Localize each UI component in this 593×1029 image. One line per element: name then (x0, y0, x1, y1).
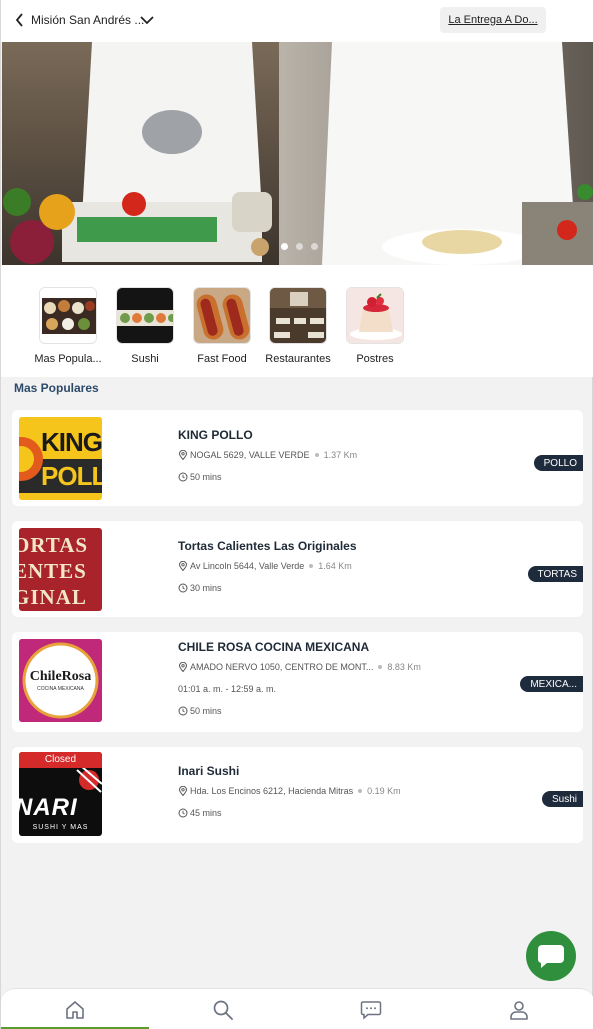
search-icon (213, 1000, 233, 1020)
restaurant-name: Inari Sushi (178, 764, 240, 778)
restaurant-address-row: NOGAL 5629, VALLE VERDE 1.37 Km (178, 450, 357, 460)
category-label: Fast Food (197, 353, 247, 365)
opening-hours: 01:01 a. m. - 12:59 a. m. (178, 684, 276, 694)
category-label: Postres (356, 353, 394, 365)
location-pin-icon (178, 561, 188, 571)
category-tag: TORTAS (527, 566, 583, 582)
restaurant-address: AMADO NERVO 1050, CENTRO DE MONT... (190, 662, 374, 672)
home-icon (66, 1000, 84, 1019)
category-postres[interactable]: Postres (337, 287, 413, 365)
logo-text: NARI (19, 794, 78, 821)
category-strip: Mas Popula... Sushi Fast Food Restaurant… (1, 265, 593, 377)
clock-icon (178, 706, 188, 716)
dot-separator (378, 665, 383, 669)
carousel-dot[interactable] (311, 243, 318, 250)
location-label[interactable]: Misión San Andrés ... (31, 13, 144, 27)
nav-messages[interactable] (297, 989, 445, 1029)
restaurant-address: Av Lincoln 5644, Valle Verde (190, 561, 305, 571)
restaurant-name: KING POLLO (178, 428, 253, 442)
promo-banner[interactable] (2, 42, 593, 265)
nav-profile[interactable] (445, 989, 593, 1029)
restaurant-card[interactable]: Closed NARI SUSHI Y MAS Inari Sushi Hda.… (12, 747, 583, 843)
delivery-time: 50 mins (190, 706, 222, 716)
logo-subtext: SUSHI Y MAS (32, 824, 89, 831)
logo-text: KING (41, 427, 102, 457)
category-label: Mas Popula... (34, 353, 102, 365)
nav-search[interactable] (149, 989, 297, 1029)
profile-icon (510, 1000, 528, 1020)
category-image (269, 287, 327, 344)
restaurant-distance: 0.19 Km (367, 786, 401, 796)
logo-text: ENTES (19, 559, 87, 583)
clock-icon (178, 472, 188, 482)
restaurant-name: Tortas Calientes Las Originales (178, 539, 357, 553)
app-root: Misión San Andrés ... La Entrega A Do... (0, 0, 593, 1029)
restaurant-address-row: Hda. Los Encinos 6212, Hacienda Mitras 0… (178, 786, 401, 796)
dot-separator (358, 789, 363, 793)
logo-subtext: COCINA MEXICANA (37, 686, 84, 692)
restaurant-distance: 1.64 Km (318, 561, 352, 571)
delivery-time: 50 mins (190, 472, 222, 482)
carousel-dot[interactable] (296, 243, 303, 250)
dot-separator (309, 564, 314, 568)
restaurant-card[interactable]: ORTAS ENTES GINAL Tortas Calientes Las O… (12, 521, 583, 617)
category-image (39, 287, 97, 344)
restaurant-address-row: Av Lincoln 5644, Valle Verde 1.64 Km (178, 561, 352, 571)
category-image (346, 287, 404, 344)
logo-text: ORTAS (19, 533, 89, 557)
category-tag: POLLO (533, 455, 583, 471)
carousel-dot[interactable] (281, 243, 288, 250)
category-restaurantes[interactable]: Restaurantes (260, 287, 336, 365)
delivery-time-row: 30 mins (178, 583, 222, 593)
category-image (193, 287, 251, 344)
logo-text: ChileRosa (29, 669, 92, 684)
location-pin-icon (178, 662, 188, 672)
top-bar: Misión San Andrés ... La Entrega A Do... (1, 0, 593, 42)
category-label: Sushi (131, 353, 159, 365)
restaurant-name: CHILE ROSA COCINA MEXICANA (178, 640, 370, 654)
delivery-time-row: 45 mins (178, 808, 222, 818)
back-icon[interactable] (11, 11, 29, 29)
restaurant-logo: Closed NARI SUSHI Y MAS (19, 752, 102, 836)
restaurant-logo: ChileRosa COCINA MEXICANA (19, 639, 102, 722)
restaurant-distance: 8.83 Km (387, 662, 421, 672)
carousel-dots[interactable] (281, 243, 318, 250)
dot-separator (314, 453, 319, 457)
delivery-time-row: 50 mins (178, 706, 222, 716)
logo-text: GINAL (19, 585, 87, 609)
opening-hours-text: 01:01 a. m. - 12:59 a. m. (178, 684, 277, 694)
restaurant-logo: KING POLL (19, 417, 102, 500)
logo-text: POLL (41, 461, 102, 491)
restaurant-address: NOGAL 5629, VALLE VERDE (190, 450, 310, 460)
delivery-time: 45 mins (190, 808, 222, 818)
category-mas-populares[interactable]: Mas Popula... (30, 287, 106, 365)
closed-badge: Closed (19, 752, 102, 768)
location-pin-icon (178, 450, 188, 460)
category-fast-food[interactable]: Fast Food (184, 287, 260, 365)
category-tag: Sushi (541, 791, 583, 807)
chat-icon (360, 1000, 382, 1020)
location-pin-icon (178, 786, 188, 796)
delivery-time: 30 mins (190, 583, 222, 593)
bottom-nav (1, 988, 593, 1029)
chat-bubble-icon (537, 945, 564, 968)
restaurant-card[interactable]: ChileRosa COCINA MEXICANA CHILE ROSA COC… (12, 632, 583, 732)
section-title: Mas Populares (14, 381, 99, 395)
chat-fab-button[interactable] (526, 931, 576, 981)
restaurant-address: Hda. Los Encinos 6212, Hacienda Mitras (190, 786, 354, 796)
chevron-down-icon[interactable] (139, 12, 155, 28)
category-image (116, 287, 174, 344)
category-sushi[interactable]: Sushi (107, 287, 183, 365)
restaurant-card[interactable]: KING POLL KING POLLO NOGAL 5629, VALLE V… (12, 410, 583, 506)
delivery-time-row: 50 mins (178, 472, 222, 482)
restaurant-address-row: AMADO NERVO 1050, CENTRO DE MONT... 8.83… (178, 662, 421, 672)
delivery-mode-button[interactable]: La Entrega A Do... (440, 7, 546, 33)
restaurant-distance: 1.37 Km (323, 450, 358, 460)
clock-icon (178, 808, 188, 818)
category-label: Restaurantes (265, 353, 331, 365)
clock-icon (178, 583, 188, 593)
category-tag: MEXICA... (520, 676, 583, 692)
nav-home[interactable] (1, 989, 149, 1029)
restaurant-logo: ORTAS ENTES GINAL (19, 528, 102, 611)
